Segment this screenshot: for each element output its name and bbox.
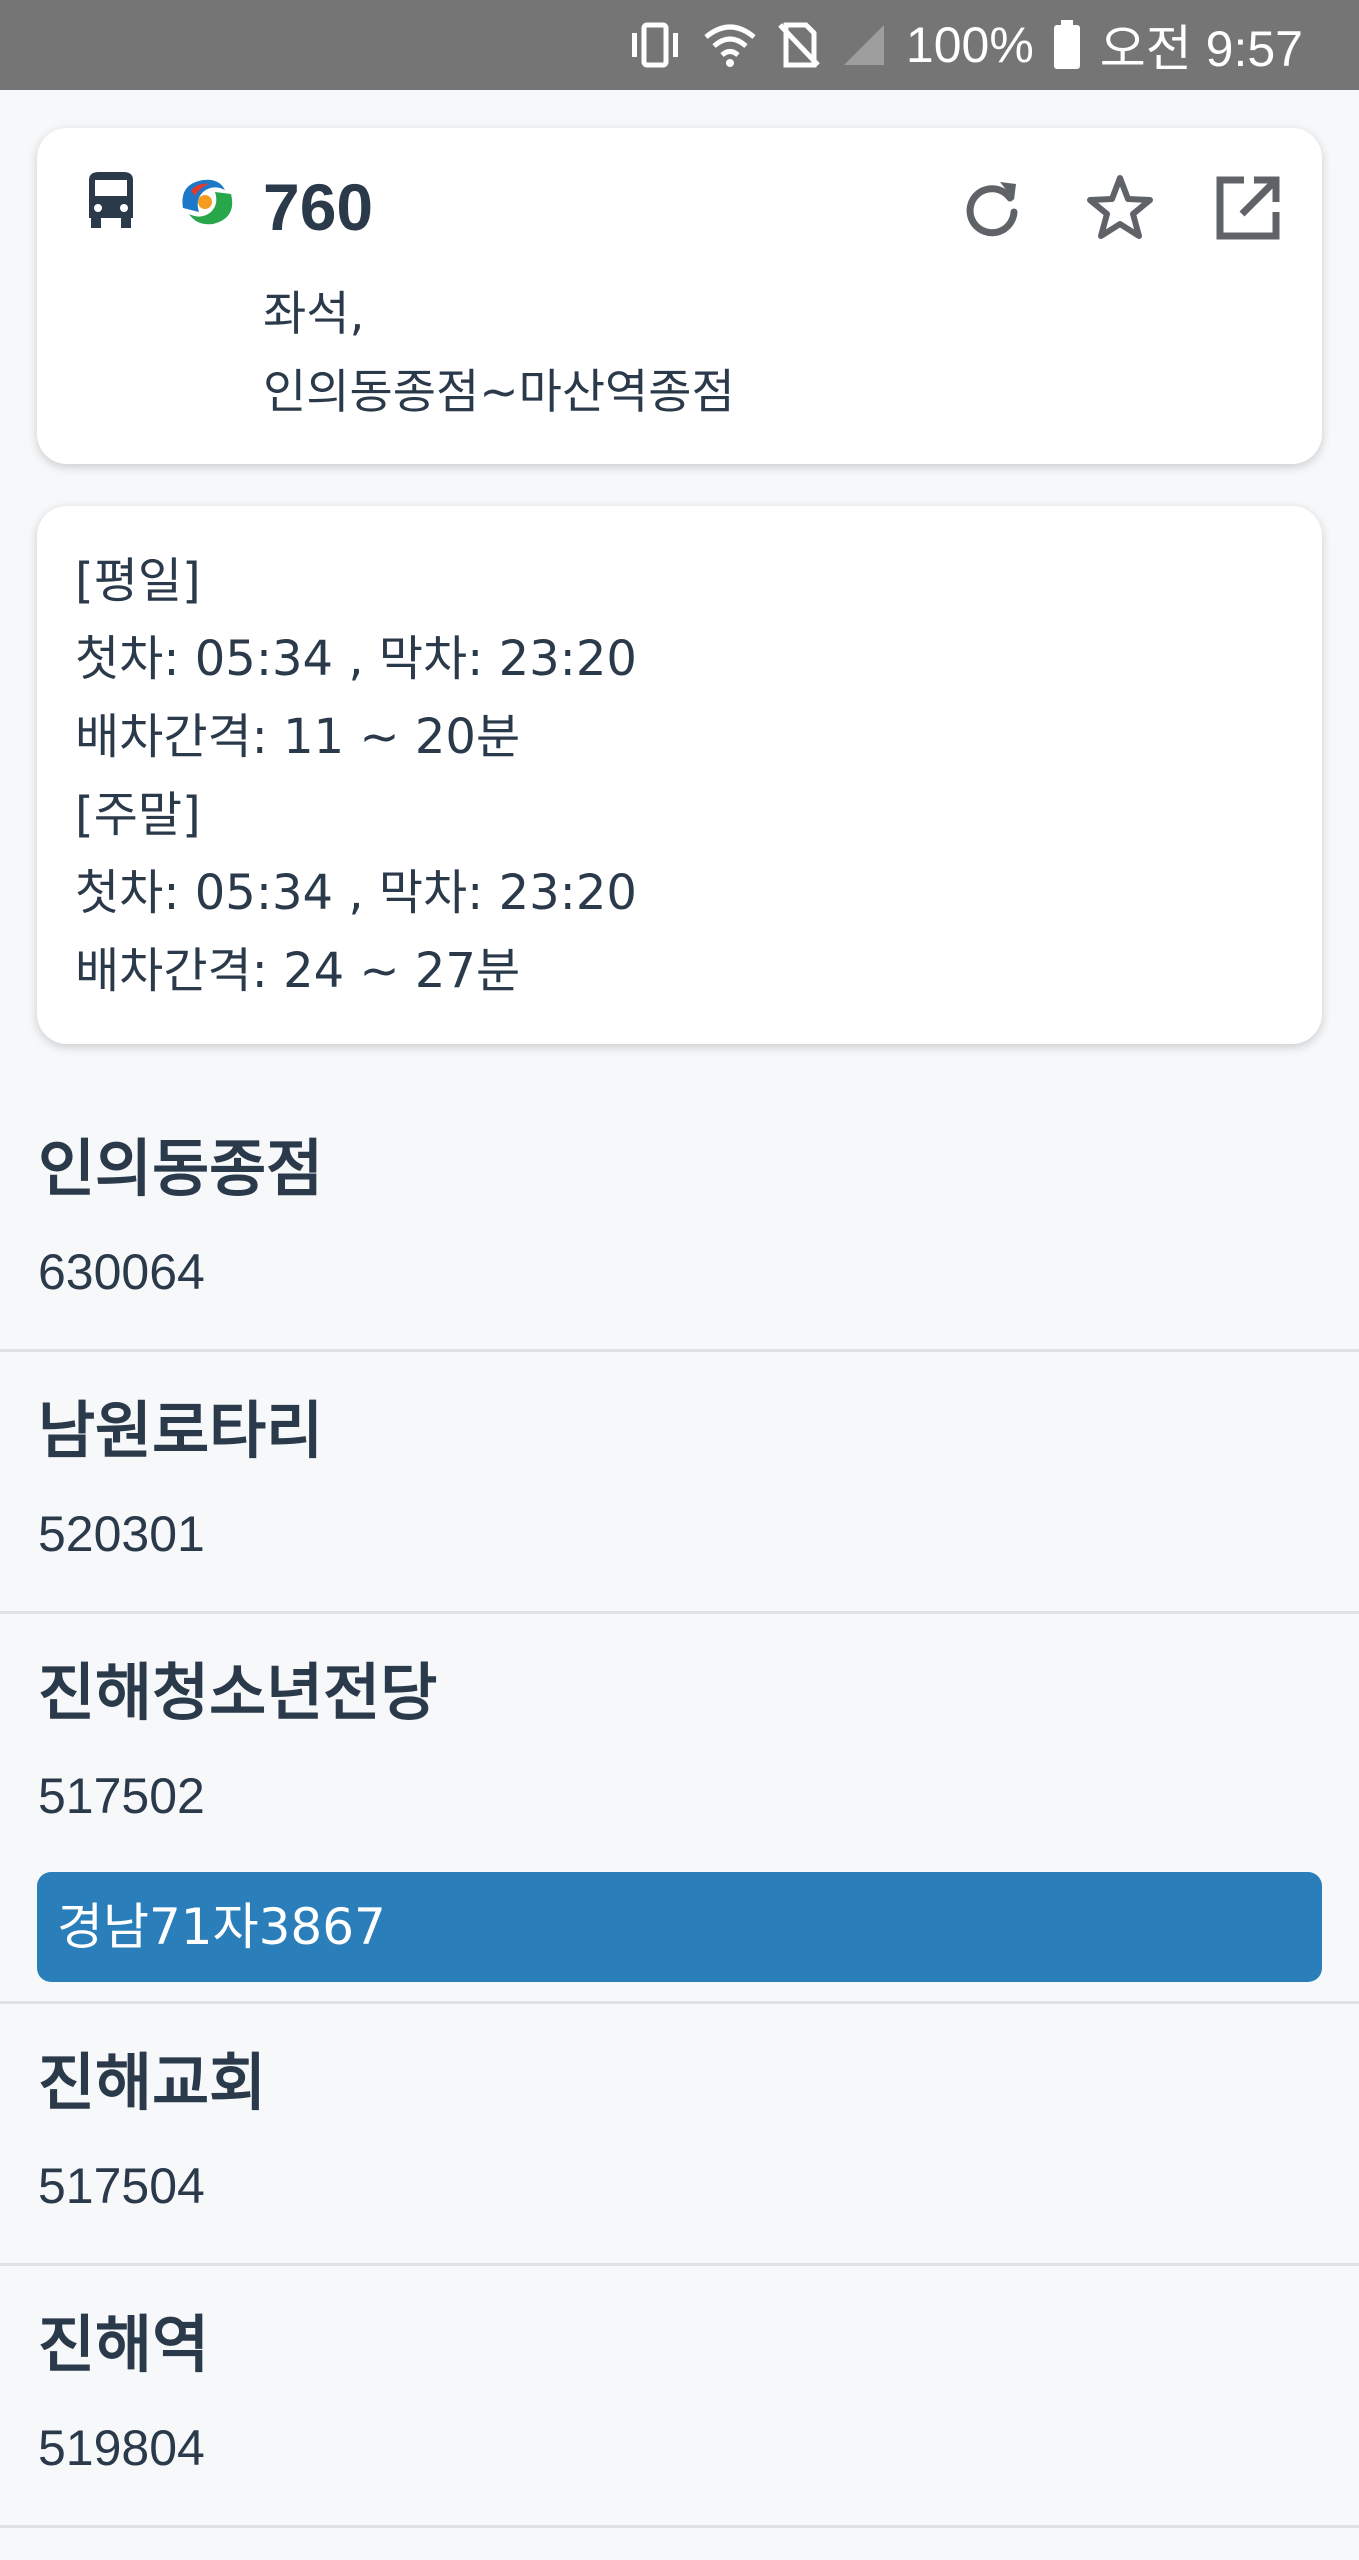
stop-id: 630064: [38, 1244, 205, 1300]
weekend-interval: 배차간격: 24 ~ 27분: [75, 943, 521, 999]
stop-id: 520301: [38, 1506, 205, 1562]
list-item[interactable]: 남원로타리 520301: [0, 1352, 1359, 1614]
signal-icon: [840, 21, 888, 69]
battery-icon: [1052, 20, 1082, 70]
refresh-icon: [960, 176, 1024, 244]
route-actions: [954, 172, 1286, 248]
battery-percent: 100%: [905, 17, 1034, 73]
route-number: 760: [263, 170, 374, 244]
weekday-first-last: 첫차: 05:34 , 막차: 23:20: [75, 631, 637, 687]
stop-name: 인의동종점: [38, 1132, 324, 1205]
wifi-icon: [702, 21, 758, 69]
status-bar: 100% 오전 9:57: [0, 0, 1359, 90]
weekend-label: [주말]: [75, 787, 201, 843]
stop-name: 남원로타리: [38, 1394, 324, 1467]
clock: 오전 9:57: [1099, 21, 1303, 77]
star-icon: [1084, 172, 1156, 248]
list-item[interactable]: 진해역 519804: [0, 2266, 1359, 2528]
route-description: 좌석, 인의동종점~마산역종점: [263, 276, 735, 432]
weekday-interval: 배차간격: 11 ~ 20분: [75, 709, 521, 765]
stop-id: 517502: [38, 1768, 205, 1824]
no-sim-icon: [776, 21, 822, 69]
stop-list: 인의동종점 630064 남원로타리 520301 진해청소년전당 517502…: [0, 1090, 1359, 2528]
bus-location-badge[interactable]: 경남71자3867: [37, 1872, 1322, 1982]
stop-id: 517504: [38, 2158, 205, 2214]
weekday-label: [평일]: [75, 553, 201, 609]
route-terminals: 인의동종점~마산역종점: [263, 365, 735, 420]
favorite-button[interactable]: [1082, 172, 1158, 248]
vibrate-icon: [626, 21, 684, 69]
open-external-icon: [1214, 174, 1282, 246]
stop-name: 진해청소년전당: [38, 1656, 438, 1729]
route-info-card: 760 좌석, 인의동종점~마산역종점: [37, 128, 1322, 464]
weekend-first-last: 첫차: 05:34 , 막차: 23:20: [75, 865, 637, 921]
city-logo-icon: [169, 164, 245, 240]
route-type: 좌석,: [263, 287, 365, 342]
open-external-button[interactable]: [1210, 172, 1286, 248]
stop-name: 진해역: [38, 2308, 210, 2381]
bus-icon: [83, 168, 139, 236]
list-item[interactable]: 진해청소년전당 517502 경남71자3867: [0, 1614, 1359, 2004]
schedule-card: [평일] 첫차: 05:34 , 막차: 23:20 배차간격: 11 ~ 20…: [37, 506, 1322, 1044]
list-item[interactable]: 인의동종점 630064: [0, 1090, 1359, 1352]
refresh-button[interactable]: [954, 172, 1030, 248]
stop-name: 진해교회: [38, 2046, 267, 2119]
list-item[interactable]: 진해교회 517504: [0, 2004, 1359, 2266]
stop-id: 519804: [38, 2420, 205, 2476]
